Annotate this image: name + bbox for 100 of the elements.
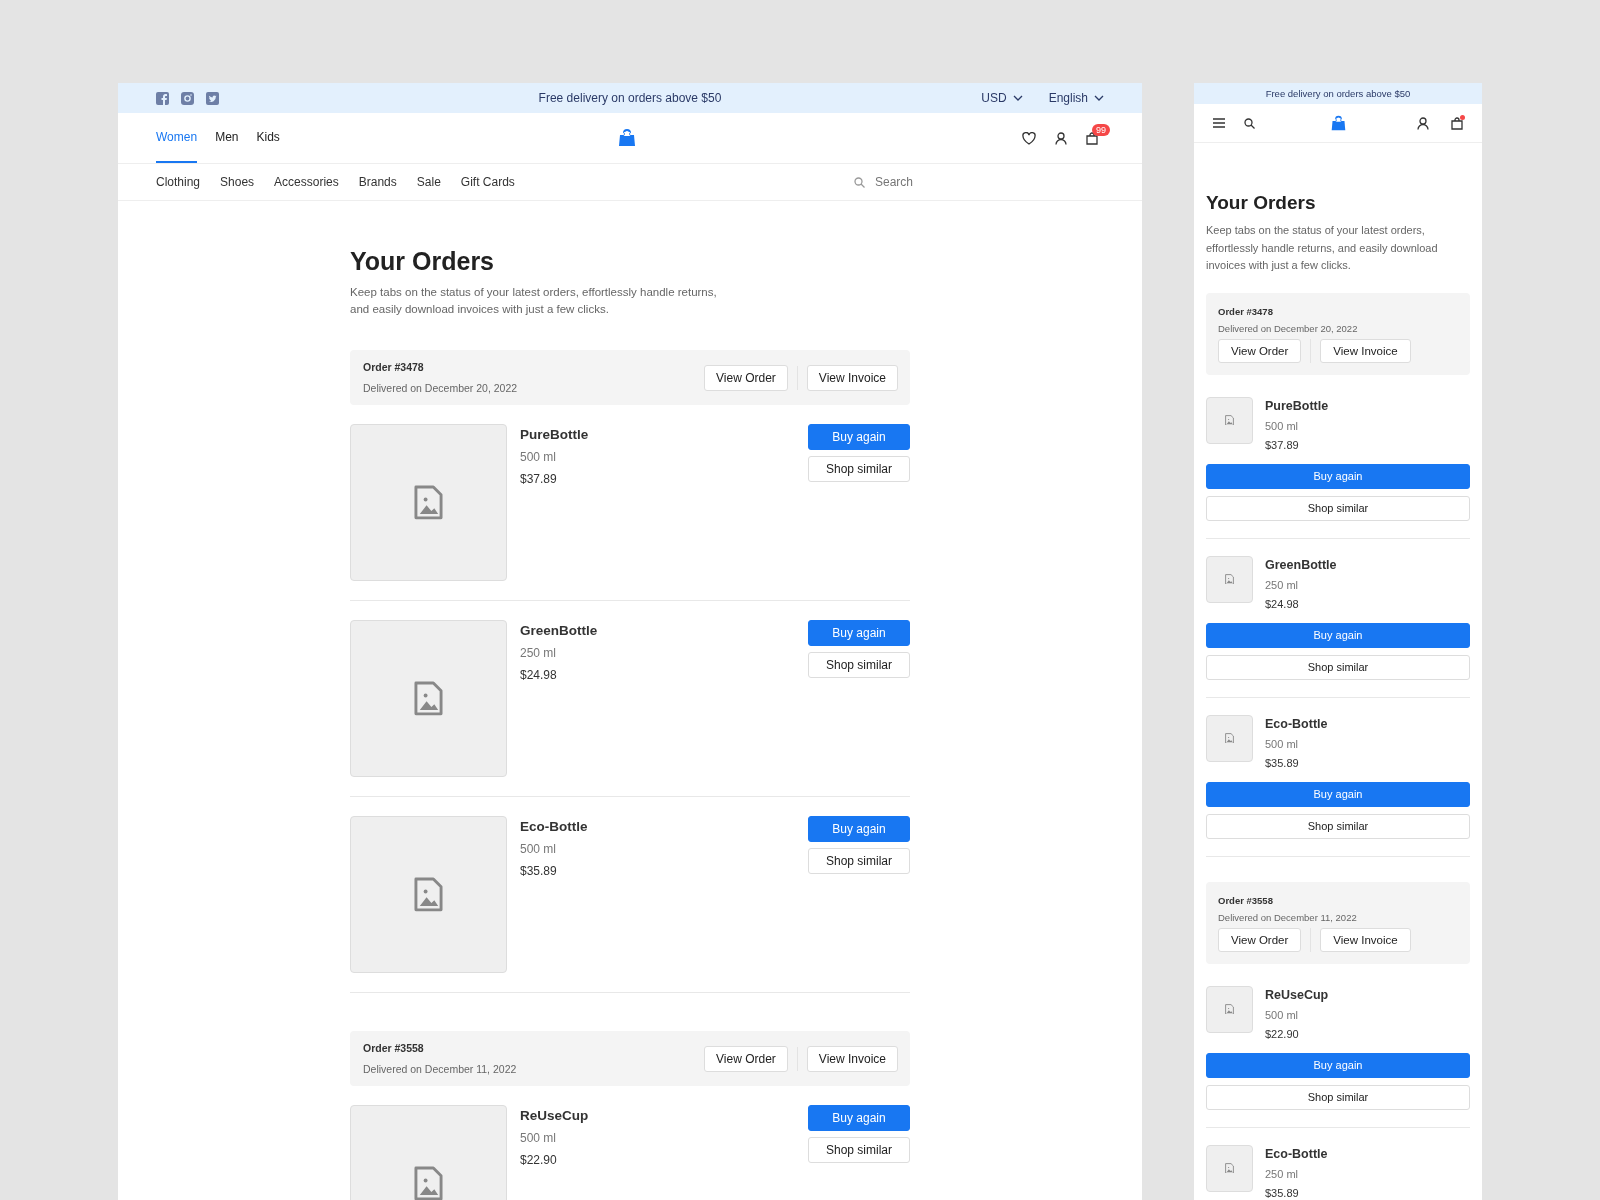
chevron-down-icon [1012, 95, 1023, 101]
product-size: 250 ml [520, 646, 558, 660]
product-name: PureBottle [520, 427, 590, 442]
product-price: $35.89 [1265, 1186, 1300, 1199]
nav-tab[interactable]: Kids [256, 113, 280, 163]
category-link[interactable]: Clothing [156, 175, 201, 189]
view-invoice-button[interactable]: View Invoice [1320, 338, 1411, 363]
product-name: GreenBottle [1265, 557, 1338, 572]
image-file-icon [1225, 1003, 1234, 1015]
order-number: Order #3478 [363, 361, 425, 373]
shop-similar-button[interactable]: Shop similar [808, 1137, 910, 1163]
currency-selector[interactable]: USD [981, 91, 1023, 105]
view-invoice-button[interactable]: View Invoice [806, 364, 898, 391]
image-file-icon [414, 1166, 443, 1200]
product-size: 250 ml [1265, 578, 1300, 591]
product-size: 500 ml [520, 842, 558, 856]
product-size: 500 ml [1265, 737, 1300, 750]
category-link[interactable]: Gift Cards [460, 175, 515, 189]
category-link[interactable]: Accessories [274, 175, 339, 189]
nav-tab[interactable]: Women [156, 113, 198, 163]
user-icon[interactable] [1417, 116, 1429, 130]
product-price: $37.89 [520, 472, 558, 486]
order-number: Order #3478 [1218, 305, 1274, 317]
image-file-icon [414, 485, 443, 520]
user-icon[interactable] [1055, 131, 1067, 145]
product-name: ReUseCup [520, 1108, 590, 1123]
delivery-status: Delivered on December 11, 2022 [363, 1063, 518, 1075]
language-selector[interactable]: English [1048, 91, 1104, 105]
shopping-bag-icon[interactable] [1086, 131, 1098, 145]
buy-again-button[interactable]: Buy again [808, 816, 910, 842]
shop-similar-button[interactable]: Shop similar [1206, 654, 1470, 680]
heart-icon[interactable] [1022, 131, 1036, 145]
category-link[interactable]: Shoes [220, 175, 255, 189]
buy-again-button[interactable]: Buy again [1206, 622, 1470, 648]
promo-text: Free delivery on orders above $50 [537, 91, 723, 105]
page-title: Your Orders [350, 247, 496, 276]
view-invoice-button[interactable]: View Invoice [806, 1045, 898, 1072]
buy-again-button[interactable]: Buy again [1206, 463, 1470, 489]
product-price: $22.90 [1265, 1027, 1300, 1040]
menu-icon[interactable] [1213, 118, 1225, 128]
product-name: GreenBottle [520, 623, 599, 638]
twitter-icon[interactable] [206, 91, 219, 105]
shop-similar-button[interactable]: Shop similar [808, 848, 910, 874]
product-size: 250 ml [1265, 1167, 1300, 1180]
view-order-button[interactable]: View Order [704, 1045, 788, 1072]
image-file-icon [1225, 573, 1234, 585]
product-name: Eco-Bottle [520, 819, 589, 834]
view-order-button[interactable]: View Order [1218, 927, 1302, 952]
chevron-down-icon [1094, 95, 1104, 101]
order-number: Order #3558 [363, 1042, 425, 1054]
buy-again-button[interactable]: Buy again [1206, 781, 1470, 807]
product-name: PureBottle [1265, 398, 1330, 413]
delivery-status: Delivered on December 11, 2022 [1218, 911, 1357, 923]
facebook-icon[interactable] [156, 91, 169, 105]
product-name: Eco-Bottle [1265, 1146, 1329, 1161]
product-price: $24.98 [1265, 597, 1300, 610]
shop-similar-button[interactable]: Shop similar [1206, 813, 1470, 839]
product-price: $35.89 [520, 864, 558, 878]
shopping-bag-icon[interactable] [1451, 116, 1463, 130]
shop-similar-button[interactable]: Shop similar [1206, 495, 1470, 521]
view-order-button[interactable]: View Order [1218, 338, 1302, 363]
instagram-icon[interactable] [181, 91, 194, 105]
shopping-bag-logo-icon[interactable] [1329, 114, 1347, 132]
delivery-status: Delivered on December 20, 2022 [1218, 322, 1358, 334]
category-link[interactable]: Brands [358, 175, 397, 189]
shop-similar-button[interactable]: Shop similar [1206, 1084, 1470, 1110]
buy-again-button[interactable]: Buy again [808, 424, 910, 450]
product-size: 500 ml [1265, 419, 1300, 432]
nav-tab[interactable]: Men [215, 113, 239, 163]
shop-similar-button[interactable]: Shop similar [808, 456, 910, 482]
product-price: $35.89 [1265, 756, 1300, 769]
buy-again-button[interactable]: Buy again [808, 620, 910, 646]
product-price: $24.98 [520, 668, 558, 682]
view-invoice-button[interactable]: View Invoice [1320, 927, 1411, 952]
product-name: ReUseCup [1265, 987, 1330, 1002]
product-name: Eco-Bottle [1265, 716, 1329, 731]
image-file-icon [1225, 414, 1234, 426]
page-description: Keep tabs on the status of your latest orders, effortlessly handle returns, and easily download invoices with just a few clicks. [350, 285, 718, 317]
buy-again-button[interactable]: Buy again [808, 1105, 910, 1131]
image-file-icon [414, 877, 443, 912]
page-description: Keep tabs on the status of your latest orders, effortlessly handle returns, and easily download invoices with just a few clicks. [1206, 223, 1439, 273]
view-order-button[interactable]: View Order [704, 364, 788, 391]
search-field[interactable]: Search [873, 174, 1077, 190]
product-size: 500 ml [1265, 1008, 1300, 1021]
buy-again-button[interactable]: Buy again [1206, 1052, 1470, 1078]
product-price: $37.89 [1265, 438, 1300, 451]
category-link[interactable]: Sale [416, 175, 441, 189]
image-file-icon [414, 681, 443, 716]
image-file-icon [1225, 732, 1234, 744]
product-price: $22.90 [520, 1153, 558, 1167]
cart-count-badge: 99 [1092, 123, 1110, 136]
image-file-icon [1225, 1162, 1234, 1174]
page-title: Your Orders [1206, 192, 1317, 214]
order-number: Order #3558 [1218, 894, 1274, 906]
search-icon[interactable] [1244, 117, 1255, 129]
shop-similar-button[interactable]: Shop similar [808, 652, 910, 678]
product-size: 500 ml [520, 1131, 558, 1145]
shopping-bag-logo-icon[interactable] [617, 128, 637, 148]
promo-text: Free delivery on orders above $50 [1265, 88, 1411, 99]
delivery-status: Delivered on December 20, 2022 [363, 382, 519, 394]
